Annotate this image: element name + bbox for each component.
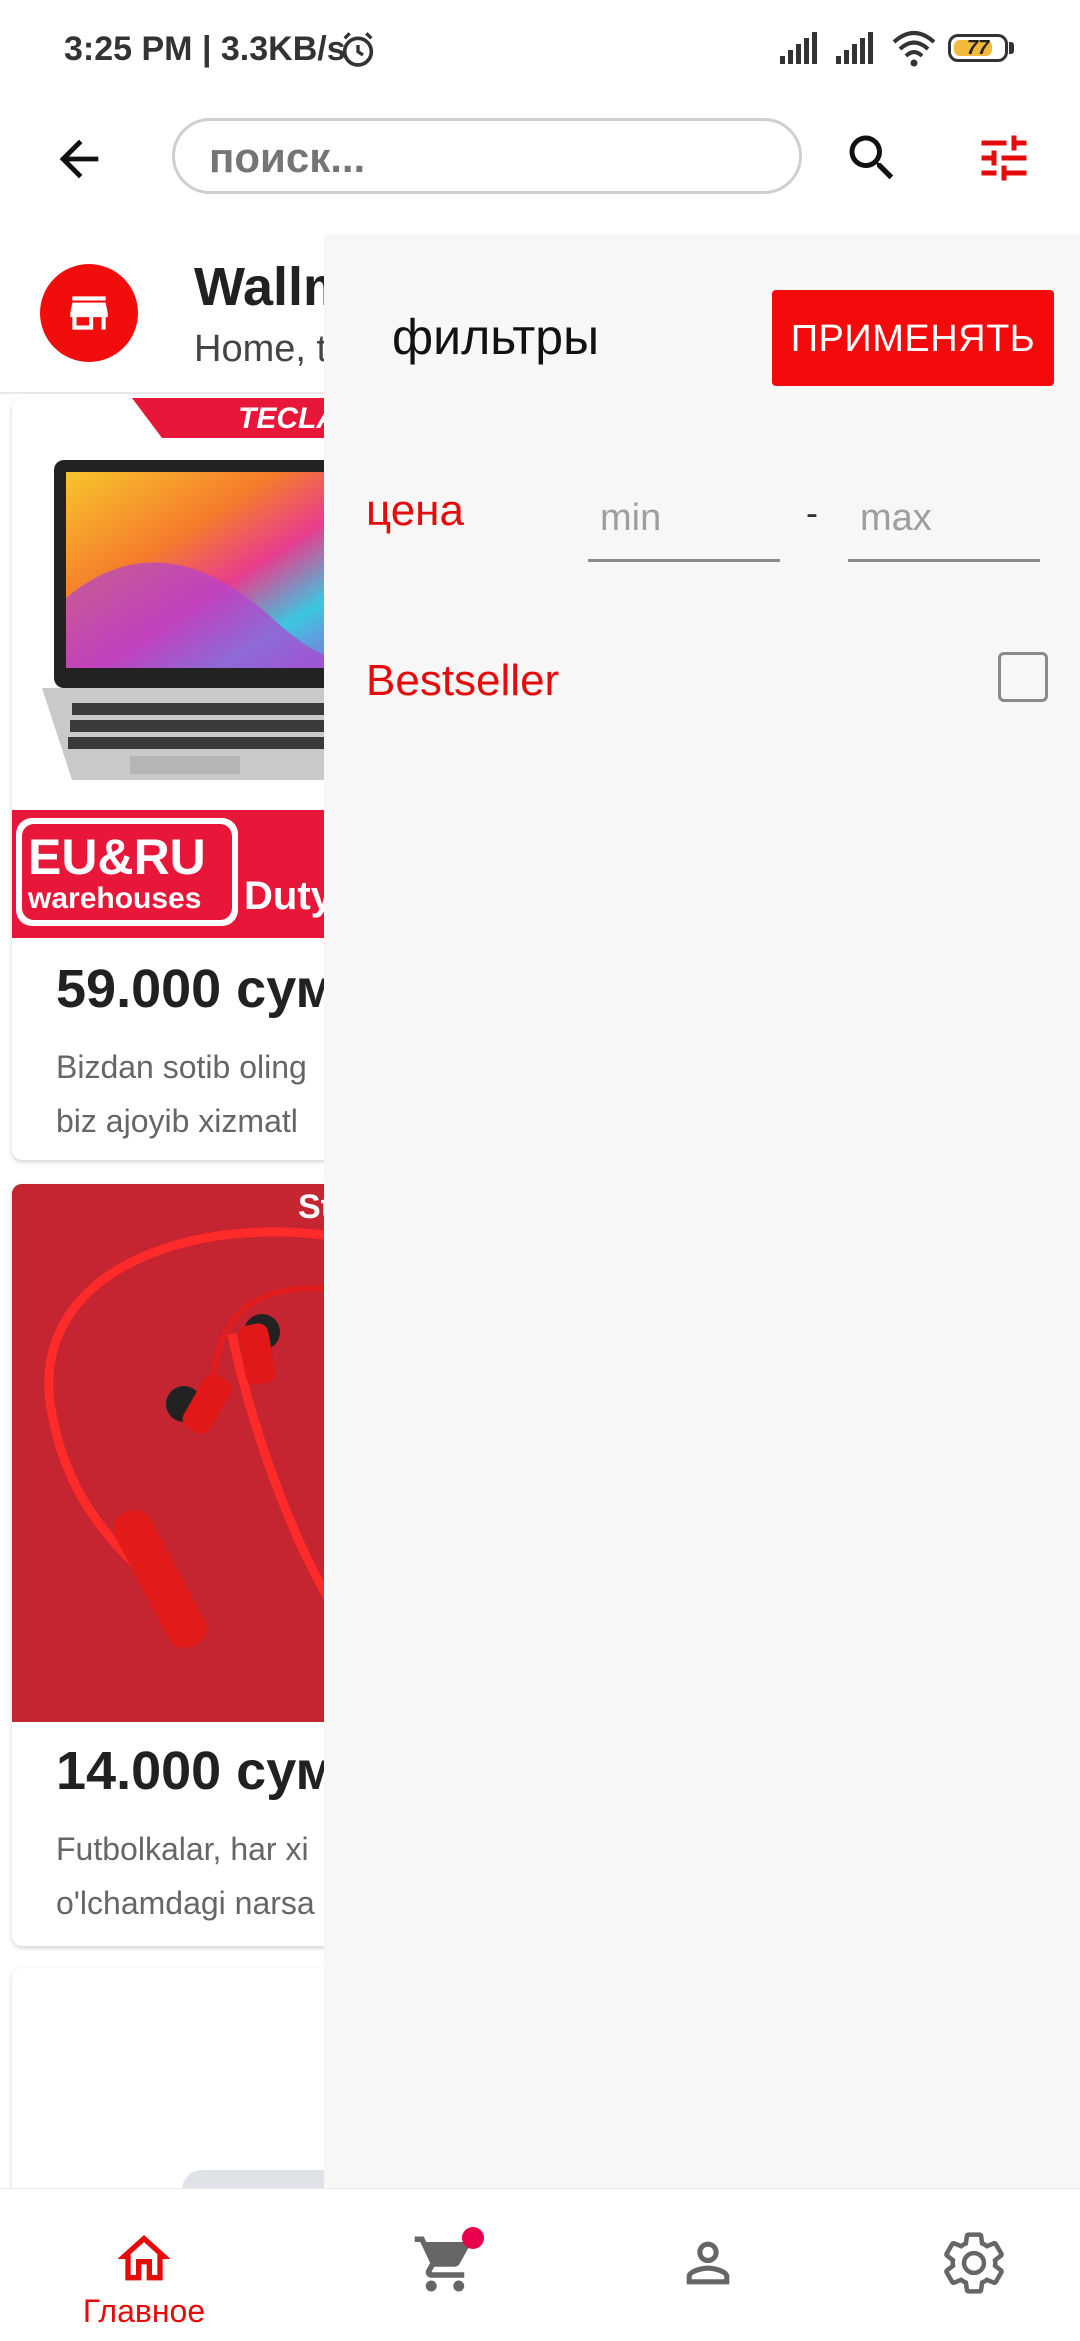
- nav-settings[interactable]: [840, 2189, 1080, 2341]
- badge-brand: TECLA: [238, 402, 338, 435]
- wifi-icon: [892, 31, 936, 67]
- price-range-dash: -: [806, 492, 818, 533]
- bottom-navigation: Главное: [0, 2188, 1080, 2341]
- filter-title: фильтры: [392, 309, 600, 365]
- nav-home-label: Главное: [82, 2293, 206, 2329]
- search-input[interactable]: [207, 129, 771, 187]
- product-image-laptop: TECLA EU&RU warehouses Duty-f: [12, 398, 372, 938]
- product-price: 14.000 сум: [56, 1741, 336, 1801]
- store-subtitle: Home, t: [194, 328, 328, 370]
- cart-badge-dot: [462, 2227, 484, 2249]
- product-desc-line2: biz ajoyib xizmatl: [56, 1103, 298, 1139]
- product-card[interactable]: TECLA EU&RU warehouses Duty-f 59.000 сум…: [12, 398, 372, 1160]
- signal-icon-2: [836, 32, 873, 64]
- apply-filters-button[interactable]: ПРИМЕНЯТЬ: [772, 290, 1054, 386]
- product-desc-line1: Bizdan sotib oling: [56, 1049, 307, 1085]
- home-icon: [117, 2235, 171, 2281]
- battery-level: 77: [966, 37, 990, 59]
- product-price: 59.000 сум: [56, 959, 336, 1019]
- product-desc-line1: Futbolkalar, har xi: [56, 1831, 309, 1867]
- signal-icon: [780, 32, 817, 64]
- product-desc-line2: o'lchamdagi narsa: [56, 1885, 315, 1921]
- nav-cart[interactable]: [308, 2189, 578, 2341]
- battery-icon: 77: [948, 34, 1016, 66]
- product-image-earphones: Sta: [12, 1184, 372, 1722]
- badge-left-bottom: warehouses: [28, 882, 202, 915]
- store-avatar[interactable]: [40, 264, 138, 362]
- price-label: цена: [366, 486, 464, 535]
- earphones-illustration: [12, 1184, 372, 1722]
- store-icon: [70, 296, 108, 330]
- nav-home[interactable]: Главное: [0, 2189, 288, 2341]
- alarm-icon: [342, 32, 374, 67]
- product-card[interactable]: Sta 14.000 сум Futbolkalar, har xi o'lch…: [12, 1184, 372, 1946]
- badge-left-top: EU&RU: [28, 829, 206, 885]
- nav-profile[interactable]: [572, 2189, 842, 2341]
- bestseller-checkbox[interactable]: [998, 652, 1048, 702]
- price-max-input[interactable]: [848, 478, 1040, 562]
- filter-sliders-icon[interactable]: [974, 128, 1034, 188]
- user-icon: [686, 2241, 730, 2285]
- bestseller-label: Bestseller: [366, 656, 560, 705]
- back-arrow-icon[interactable]: [50, 130, 108, 188]
- price-min-input[interactable]: [588, 478, 780, 562]
- status-time: 3:25 PM | 3.3KB/s: [64, 30, 346, 68]
- settings-icon: [944, 2232, 1004, 2294]
- search-icon[interactable]: [842, 128, 902, 188]
- search-box[interactable]: [172, 118, 802, 194]
